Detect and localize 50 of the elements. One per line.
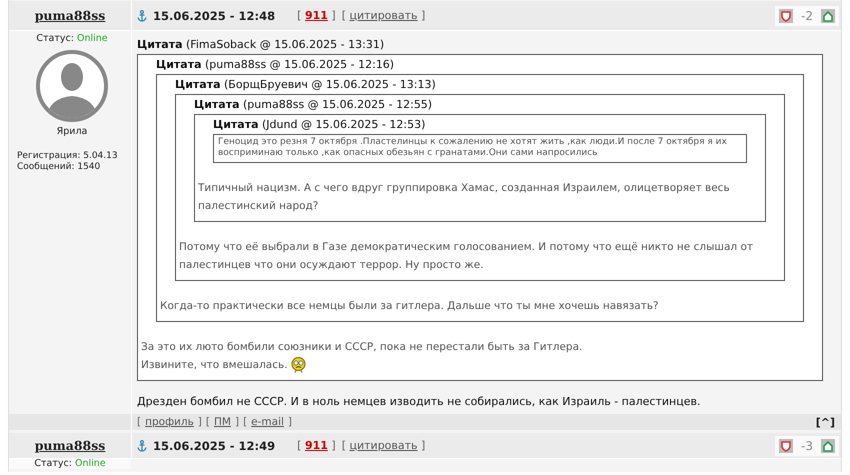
bracket: [ bbox=[297, 9, 302, 22]
user-rank: Ярила bbox=[56, 126, 88, 137]
bracket: [ bbox=[342, 439, 346, 452]
bracket: ] bbox=[234, 416, 240, 428]
scroll-top-link[interactable]: [^] bbox=[816, 416, 835, 428]
status-label: Статус: bbox=[34, 458, 72, 469]
quote-header: Цитата (Jdund @ 15.06.2025 - 12:53) bbox=[213, 117, 426, 133]
profile-link[interactable]: ПМ bbox=[214, 416, 231, 428]
quote-header: Цитата (puma88ss @ 15.06.2025 - 12:55) bbox=[194, 97, 434, 113]
bracket: ] bbox=[198, 416, 202, 428]
bracket: ] bbox=[331, 439, 336, 452]
bracket: ] bbox=[331, 9, 336, 22]
bracket: ] bbox=[421, 9, 426, 22]
quote-text: Потому что её выбрали в Газе демократическим голосованием. И потому что ещё никто не слышал от палестинцев что они осуждают террор. Ну просто же. bbox=[179, 241, 753, 271]
post-date: 15.06.2025 - 12:48 bbox=[153, 8, 276, 22]
status-value: Online bbox=[74, 458, 106, 469]
post-number-link[interactable]: 911 bbox=[304, 439, 328, 452]
quote-link[interactable]: цитировать bbox=[350, 439, 418, 452]
rating-value: -3 bbox=[801, 438, 813, 452]
bracket: [ bbox=[206, 416, 210, 428]
status-value: Online bbox=[76, 33, 108, 44]
avatar-icon bbox=[36, 50, 108, 122]
status-label: Статус: bbox=[36, 33, 74, 44]
quote-text: Когда-то практически все немцы были за гитлера. Дальше что ты мне хочешь навязать? bbox=[160, 300, 659, 312]
author-link[interactable]: puma88ss bbox=[34, 438, 106, 453]
bracket: [ bbox=[137, 416, 142, 428]
author-link[interactable]: puma88ss bbox=[34, 8, 106, 23]
bracket: [ bbox=[297, 439, 302, 452]
bracket: ] bbox=[421, 439, 426, 452]
profile-link[interactable]: профиль bbox=[145, 416, 194, 428]
profile-link[interactable]: e-mail bbox=[251, 416, 284, 428]
user-stat: Регистрация: 5.04.13 bbox=[17, 151, 119, 162]
quote-header: Цитата (puma88ss @ 15.06.2025 - 12:16) bbox=[156, 57, 396, 73]
quote-text: Извините, что вмешалась. bbox=[141, 359, 288, 371]
rating-value: -2 bbox=[801, 8, 813, 22]
anchor-icon[interactable] bbox=[137, 440, 147, 452]
bracket: [ bbox=[243, 416, 248, 428]
post-date: 15.06.2025 - 12:49 bbox=[153, 438, 276, 452]
bracket: [ bbox=[342, 9, 346, 22]
post-number-link[interactable]: 911 bbox=[304, 9, 328, 22]
quote-link[interactable]: цитировать bbox=[350, 9, 418, 22]
quote-text: Геноцид это резня 7 октября .Пластелинцы к сожалению не хотят жить ,как люди.И после 7 октября я их восприминаю только ,как опасных обезьян с гранатами.Они сами напросились bbox=[218, 137, 727, 158]
quote-header: Цитата (БорщБруевич @ 15.06.2025 - 13:13) bbox=[175, 77, 437, 93]
quote-header: Цитата (FimaSoback @ 15.06.2025 - 13:31) bbox=[137, 37, 386, 53]
bracket: ] bbox=[288, 416, 292, 428]
post-text: Дрезден бомбил не СССР. И в ноль немцев изводить не собирались, как Израиль - палестинцев. bbox=[137, 395, 702, 408]
user-stat: Сообщений: 1540 bbox=[17, 162, 102, 173]
anchor-icon[interactable] bbox=[137, 10, 147, 22]
quote-text: За это их люто бомбили союзники и СССР, пока не перестали быть за Гитлера. bbox=[141, 341, 582, 353]
quote-text: Типичный нацизм. А с чего вдруг группировка Хамас, созданная Израилем, олицетворяет весь палестинский народ? bbox=[198, 182, 730, 212]
